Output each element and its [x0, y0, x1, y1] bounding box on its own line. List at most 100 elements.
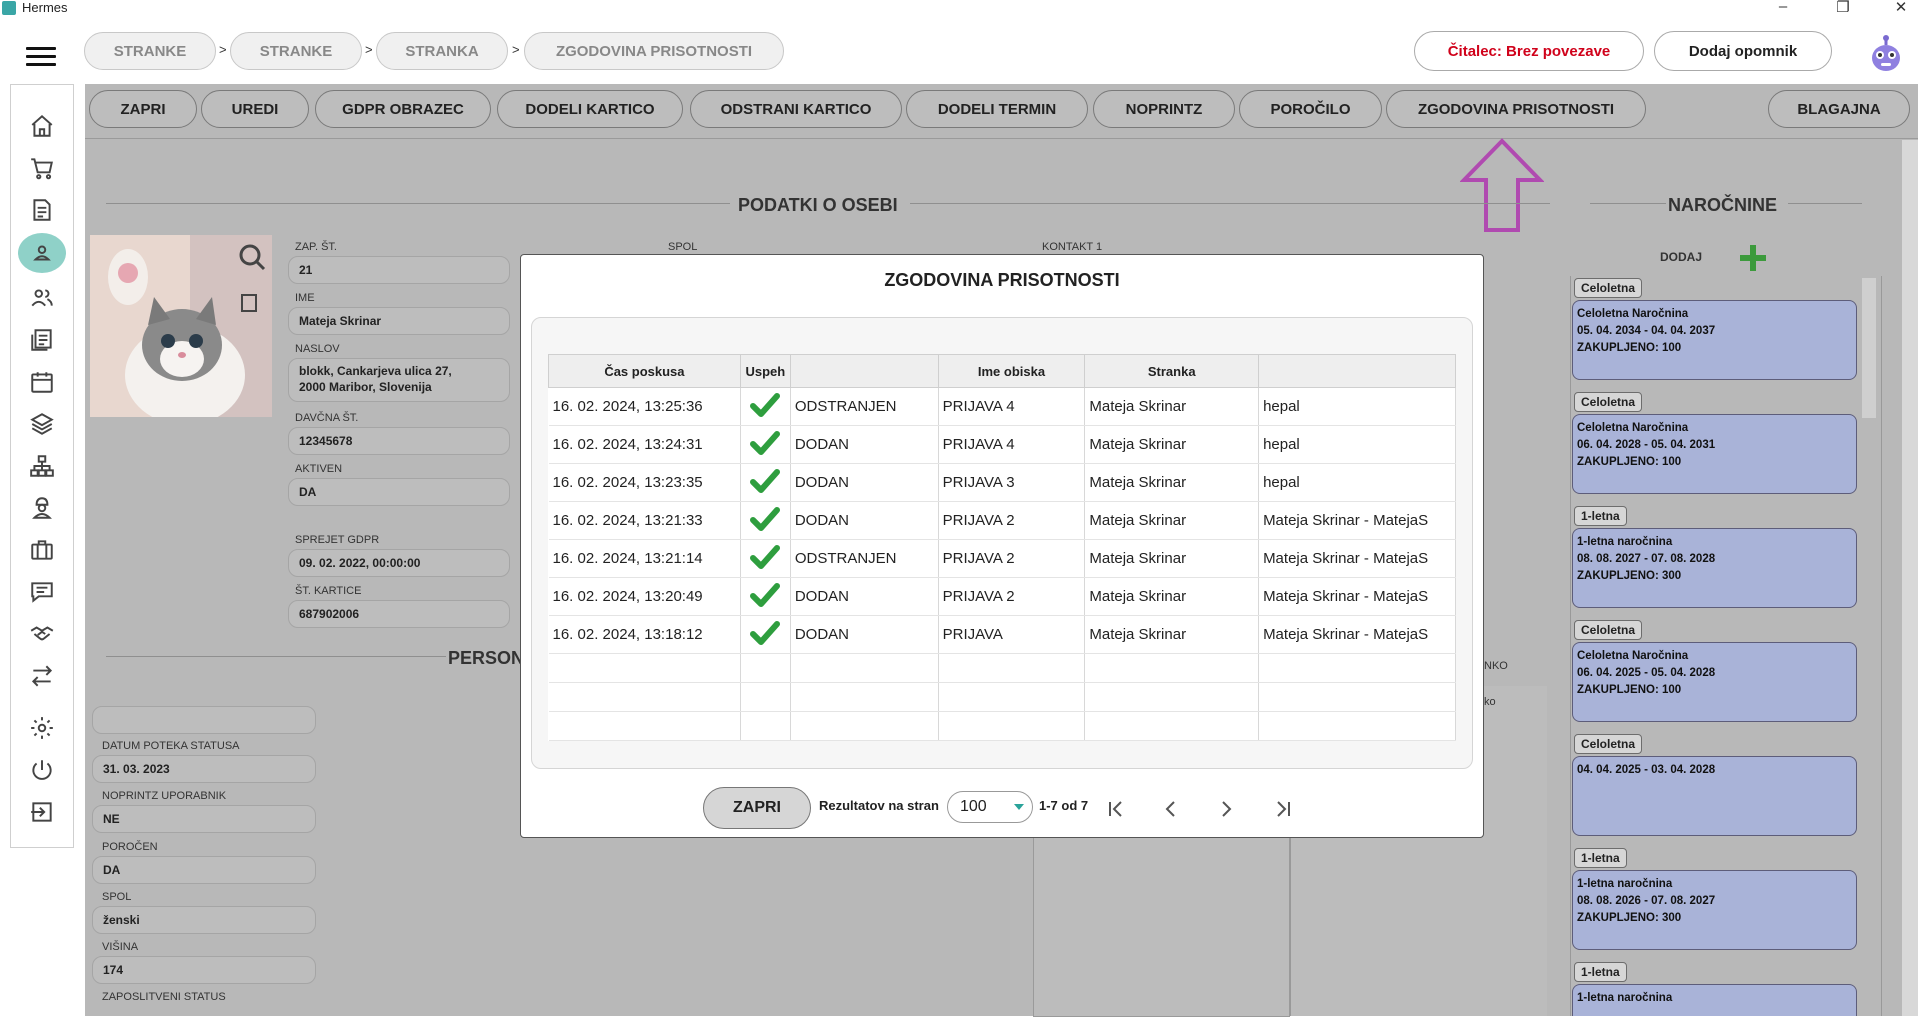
- field-label: ZAPOSLITVENI STATUS: [102, 991, 226, 1003]
- handshake-icon[interactable]: [27, 619, 57, 649]
- subscription-purchased: ZAKUPLJENO: 300: [1577, 570, 1682, 582]
- avatar[interactable]: [1868, 32, 1904, 72]
- power-icon[interactable]: [27, 755, 57, 785]
- worker-icon[interactable]: [27, 493, 57, 523]
- subscription-card[interactable]: 04. 04. 2025 - 03. 04. 2028: [1572, 756, 1857, 836]
- action-cell: DODAN: [790, 463, 939, 502]
- breadcrumb-item-current[interactable]: ZGODOVINA PRISOTNOSTI: [524, 32, 784, 70]
- column-header[interactable]: [1258, 354, 1456, 388]
- per-page-select[interactable]: 100: [947, 791, 1033, 823]
- network-icon[interactable]: [27, 451, 57, 481]
- close-window-icon[interactable]: ✕: [1886, 0, 1916, 16]
- table-row[interactable]: 16. 02. 2024, 13:21:33 DODAN PRIJAVA 2 Mate…: [548, 501, 1456, 540]
- subscription-card[interactable]: Celoletna Naročnina 06. 04. 2025 - 05. 0…: [1572, 642, 1857, 722]
- person-icon[interactable]: [18, 233, 66, 273]
- last-page-icon[interactable]: [1273, 799, 1293, 819]
- add-subscription-icon[interactable]: [1738, 243, 1768, 273]
- subscription-card[interactable]: Celoletna Naročnina 05. 04. 2034 - 04. 0…: [1572, 300, 1857, 380]
- time-cell: 16. 02. 2024, 13:21:33: [548, 501, 741, 540]
- chat-icon[interactable]: [27, 577, 57, 607]
- subscription-card[interactable]: Celoletna Naročnina 06. 04. 2028 - 05. 0…: [1572, 414, 1857, 494]
- sidebar: [10, 84, 74, 848]
- add-subscription-label: DODAJ: [1660, 250, 1703, 264]
- history-table: Čas poskusa Uspeh Ime obiska Stranka 16.…: [548, 354, 1456, 741]
- field-label: NOPRINTZ UPORABNIK: [102, 790, 227, 802]
- empty-cell: [1258, 682, 1456, 712]
- time-cell: 16. 02. 2024, 13:24:31: [548, 425, 741, 464]
- list-icon[interactable]: [27, 325, 57, 355]
- subscription-purchased: ZAKUPLJENO: 100: [1577, 456, 1682, 468]
- subscription-name: 1-letna naročnina: [1577, 536, 1673, 548]
- subscription-tag: Celoletna: [1574, 278, 1643, 298]
- layers-icon[interactable]: [27, 409, 57, 439]
- noprintz-user-field: NE: [92, 805, 316, 833]
- success-cell: [740, 501, 791, 540]
- section-divider: [910, 203, 1550, 204]
- column-header[interactable]: Ime obiska: [937, 354, 1086, 388]
- subscription-card[interactable]: 1-letna naročnina: [1572, 984, 1857, 1016]
- breadcrumb-item[interactable]: STRANKE: [84, 32, 216, 70]
- subscriptions-scrollbar[interactable]: [1862, 278, 1876, 418]
- document-icon[interactable]: [27, 195, 57, 225]
- time-cell: 16. 02. 2024, 13:18:12: [548, 615, 741, 654]
- column-header[interactable]: [789, 354, 939, 388]
- table-row[interactable]: 16. 02. 2024, 13:21:14 ODSTRANJEN PRIJAVA …: [548, 539, 1456, 578]
- remove-card-button[interactable]: ODSTRANI KARTICO: [690, 90, 902, 128]
- client-cell: Mateja Skrinar: [1084, 501, 1260, 540]
- time-cell: 16. 02. 2024, 13:25:36: [548, 387, 741, 426]
- subscription-card[interactable]: 1-letna naročnina 08. 08. 2027 - 07. 08.…: [1572, 528, 1857, 608]
- extra-cell: hepal: [1258, 463, 1456, 502]
- subscription-tag: Celoletna: [1574, 392, 1643, 412]
- breadcrumb-item[interactable]: STRANKE: [230, 32, 362, 70]
- assign-card-button[interactable]: DODELI KARTICO: [497, 90, 683, 128]
- column-header[interactable]: Uspeh: [739, 354, 791, 388]
- gear-icon[interactable]: [27, 713, 57, 743]
- menu-icon[interactable]: [26, 47, 56, 71]
- gdpr-form-button[interactable]: GDPR OBRAZEC: [315, 90, 491, 128]
- first-page-icon[interactable]: [1106, 799, 1126, 819]
- logout-icon[interactable]: [27, 797, 57, 827]
- table-row[interactable]: 16. 02. 2024, 13:25:36 ODSTRANJEN PRIJAVA …: [548, 387, 1456, 426]
- field-label: DATUM POTEKA STATUSA: [102, 740, 240, 752]
- check-icon: [750, 392, 781, 417]
- table-row[interactable]: 16. 02. 2024, 13:20:49 DODAN PRIJAVA 2 Mate…: [548, 577, 1456, 616]
- edit-button[interactable]: UREDI: [201, 90, 309, 128]
- empty-cell: [1084, 682, 1260, 712]
- briefcase-icon[interactable]: [27, 535, 57, 565]
- breadcrumb-item[interactable]: STRANKA: [376, 32, 508, 70]
- dialog-close-button[interactable]: ZAPRI: [703, 787, 811, 829]
- calendar-icon[interactable]: [27, 367, 57, 397]
- table-row[interactable]: 16. 02. 2024, 13:23:35 DODAN PRIJAVA 3 Mate…: [548, 463, 1456, 502]
- success-cell: [740, 425, 791, 464]
- table-row[interactable]: 16. 02. 2024, 13:18:12 DODAN PRIJAVA Mateja…: [548, 615, 1456, 654]
- report-button[interactable]: POROČILO: [1239, 90, 1382, 128]
- home-icon[interactable]: [27, 111, 57, 141]
- table-row[interactable]: 16. 02. 2024, 13:24:31 DODAN PRIJAVA 4 Mate…: [548, 425, 1456, 464]
- add-reminder-button[interactable]: Dodaj opomnik: [1654, 31, 1832, 71]
- field-label: SPOL: [102, 891, 132, 903]
- close-button[interactable]: ZAPRI: [89, 90, 197, 128]
- attendance-history-button[interactable]: ZGODOVINA PRISOTNOSTI: [1386, 90, 1646, 128]
- minimize-icon[interactable]: –: [1768, 0, 1798, 15]
- field-label: POROČEN: [102, 841, 158, 853]
- cash-register-button[interactable]: BLAGAJNA: [1768, 90, 1910, 128]
- empty-cell: [1084, 653, 1260, 683]
- noprintz-button[interactable]: NOPRINTZ: [1093, 90, 1235, 128]
- assign-term-button[interactable]: DODELI TERMIN: [906, 90, 1088, 128]
- action-cell: ODSTRANJEN: [790, 387, 939, 426]
- reader-status-button[interactable]: Čitalec: Brez povezave: [1414, 31, 1644, 71]
- main-scrollbar[interactable]: [1902, 140, 1918, 1016]
- empty-cell: [938, 653, 1086, 683]
- subscription-card[interactable]: 1-letna naročnina 08. 08. 2026 - 07. 08.…: [1572, 870, 1857, 950]
- transfer-icon[interactable]: [27, 661, 57, 691]
- column-header[interactable]: Čas poskusa: [548, 354, 741, 388]
- next-page-icon[interactable]: [1216, 799, 1236, 819]
- maximize-icon[interactable]: ❐: [1828, 0, 1858, 16]
- column-header[interactable]: Stranka: [1084, 354, 1260, 388]
- cart-icon[interactable]: [27, 153, 57, 183]
- subscription-purchased: ZAKUPLJENO: 100: [1577, 684, 1682, 696]
- empty-row: [548, 653, 1456, 683]
- group-icon[interactable]: [27, 283, 57, 313]
- previous-page-icon[interactable]: [1161, 799, 1181, 819]
- client-cell: Mateja Skrinar: [1084, 387, 1260, 426]
